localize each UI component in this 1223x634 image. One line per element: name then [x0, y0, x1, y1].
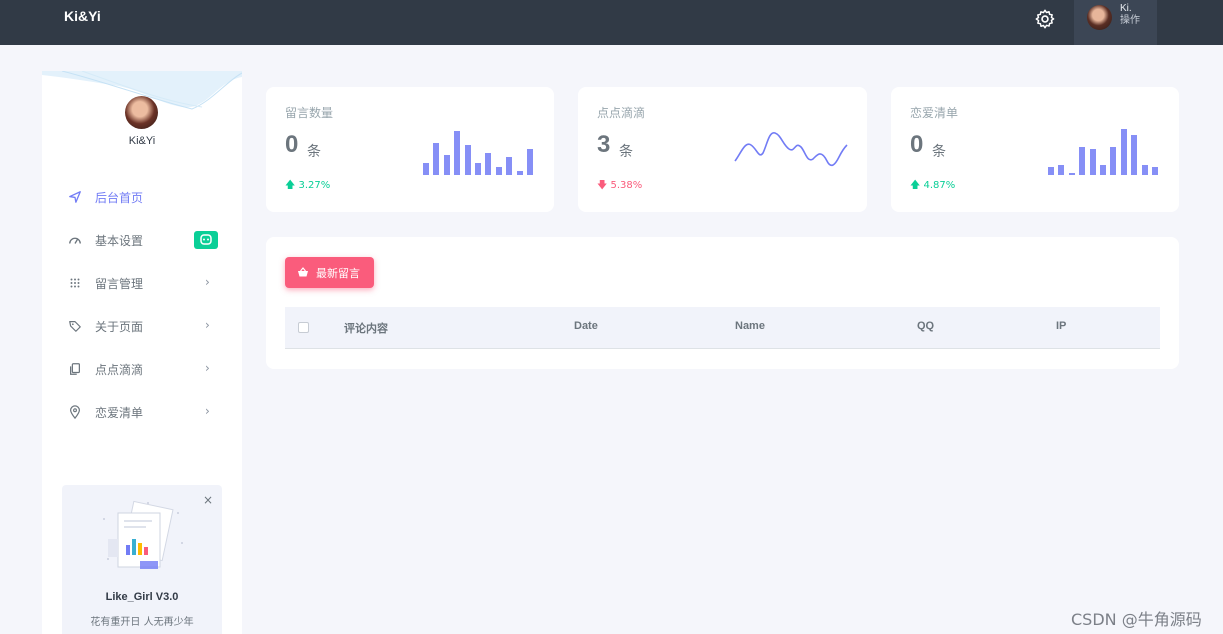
latest-messages-button[interactable]: 最新留言 [285, 257, 374, 288]
sidebar-item-label: 后台首页 [95, 191, 144, 205]
speedometer-icon [69, 237, 81, 244]
chevron-right-icon: › [205, 361, 210, 375]
chevron-right-icon: › [205, 318, 210, 332]
brand-logo-text[interactable]: Ki&Yi [64, 8, 101, 24]
user-name: Ki. [1120, 3, 1132, 14]
tags-icon [69, 321, 81, 332]
robot-badge [194, 231, 218, 249]
promo-subtitle: 花有重开日 人无再少年 [90, 617, 194, 628]
chevron-right-icon: › [205, 404, 210, 418]
sidebar-item-dashboard[interactable]: 后台首页 [42, 182, 242, 212]
sidebar: Ki&Yi 后台首页 基本设置 留言管理 › 关于页面 › 点点滴滴 › 恋爱清… [42, 71, 242, 634]
stat-card-messages: 留言数量 0 条 🡅 3.27% [266, 87, 554, 212]
bar-sparkline [423, 131, 533, 175]
sidebar-item-about[interactable]: 关于页面 › [42, 311, 242, 341]
sidebar-item-label: 关于页面 [95, 320, 144, 334]
top-navbar: Ki&Yi Ki. 操作 [0, 0, 1223, 45]
column-header-date[interactable]: Date [574, 320, 598, 332]
user-menu[interactable]: Ki. 操作 [1074, 0, 1157, 45]
sidebar-item-settings[interactable]: 基本设置 [42, 225, 242, 255]
table-header: 评论内容 Date Name QQ IP [285, 307, 1160, 349]
bar-sparkline [1048, 129, 1158, 175]
stat-card-moments: 点点滴滴 3 条 🡇 5.38% [578, 87, 867, 212]
close-icon[interactable]: × [203, 493, 213, 507]
stat-trend: 🡇 5.38% [597, 178, 642, 195]
button-label: 最新留言 [316, 267, 360, 280]
arrow-down-icon: 🡇 [597, 180, 608, 191]
stat-unit: 条 [307, 144, 321, 160]
map-pin-icon [70, 405, 80, 419]
stat-trend: 🡅 4.87% [910, 178, 955, 195]
arrow-up-icon: 🡅 [910, 180, 921, 191]
chevron-right-icon: › [205, 275, 210, 289]
user-role: 操作 [1120, 15, 1140, 26]
navigation-icon [69, 191, 81, 203]
sidebar-item-moments[interactable]: 点点滴滴 › [42, 354, 242, 384]
profile-name: Ki&Yi [128, 135, 156, 147]
stat-label: 留言数量 [285, 106, 334, 120]
user-avatar [1087, 5, 1112, 30]
stat-label: 点点滴滴 [597, 106, 646, 120]
column-header-content[interactable]: 评论内容 [344, 320, 388, 336]
grid-dots-icon [70, 278, 80, 288]
trend-value: 5.38% [610, 180, 643, 191]
sidebar-item-label: 基本设置 [95, 234, 144, 248]
stat-card-love-list: 恋爱清单 0 条 🡅 4.87% [891, 87, 1179, 212]
stat-value: 0 [285, 131, 299, 158]
trend-value: 3.27% [298, 180, 331, 191]
profile-avatar [125, 96, 158, 129]
trend-value: 4.87% [923, 180, 956, 191]
stat-unit: 条 [619, 144, 633, 160]
watermark: CSDN @牛角源码 [1071, 610, 1202, 629]
line-sparkline [734, 132, 848, 167]
basket-icon [298, 267, 308, 277]
select-all-checkbox[interactable] [298, 322, 309, 333]
stat-value: 0 [910, 131, 924, 158]
report-illustration [103, 500, 183, 569]
stat-unit: 条 [932, 144, 946, 160]
sidebar-item-messages[interactable]: 留言管理 › [42, 268, 242, 298]
sidebar-item-label: 点点滴滴 [95, 363, 144, 377]
promo-card: × Like_Girl V3.0 花有重开日 人无再少年 [62, 485, 222, 634]
sidebar-item-love-list[interactable]: 恋爱清单 › [42, 397, 242, 427]
robot-icon [200, 234, 212, 245]
copy-icon [70, 363, 80, 375]
stat-trend: 🡅 3.27% [285, 178, 330, 195]
arrow-up-icon: 🡅 [285, 180, 296, 191]
stat-value: 3 [597, 131, 611, 158]
sidebar-item-label: 恋爱清单 [95, 406, 144, 420]
column-header-qq[interactable]: QQ [917, 320, 934, 332]
column-header-name[interactable]: Name [735, 320, 765, 332]
column-header-ip[interactable]: IP [1056, 320, 1066, 332]
sidebar-item-label: 留言管理 [95, 277, 144, 291]
latest-messages-panel: 最新留言 评论内容 Date Name QQ IP [266, 237, 1179, 369]
gear-icon[interactable] [1034, 8, 1056, 30]
promo-title: Like_Girl V3.0 [105, 591, 179, 603]
stat-label: 恋爱清单 [910, 106, 959, 120]
